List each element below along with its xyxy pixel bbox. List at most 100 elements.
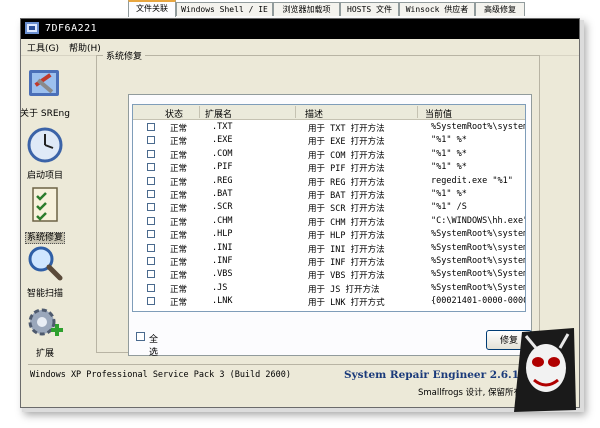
value-cell: {00021401-0000-0000-C000- <box>431 296 525 307</box>
title-bar[interactable]: 7DF6A221 <box>21 19 579 39</box>
value-cell: %SystemRoot%\system32\NOT <box>431 242 525 253</box>
description-cell: 用于 SCR 打开方法 <box>308 204 385 215</box>
tab-winsock-providers[interactable]: Winsock 供应者 <box>399 2 475 16</box>
row-checkbox[interactable] <box>147 230 155 239</box>
row-checkbox[interactable] <box>147 136 155 145</box>
value-cell: %SystemRoot%\System32\WSc <box>431 269 525 280</box>
status-cell: 正常 <box>170 217 188 228</box>
sidebar-item-extensions[interactable]: 扩展 <box>8 304 82 364</box>
table-row[interactable]: 正常 .VBS 用于 VBS 打开方法 %SystemRoot%\System32\W… <box>133 268 525 281</box>
table-row[interactable]: 正常 .PIF 用于 PIF 打开方法 "%1" %* <box>133 161 525 174</box>
tab-advanced-repair[interactable]: 高级修复 <box>475 2 525 16</box>
table-row[interactable]: 正常 .SCR 用于 SCR 打开方法 "%1" /S <box>133 201 525 214</box>
checkbox-icon <box>136 332 145 341</box>
status-cell: 正常 <box>170 150 188 161</box>
status-cell: 正常 <box>170 231 188 242</box>
extension-cell: .TXT <box>212 122 233 132</box>
file-association-list[interactable]: 状态 扩展名 描述 当前值 正常 .TXT 用于 TXT 打开方法 %SystemRo… <box>132 104 526 312</box>
extension-cell: .BAT <box>212 189 233 199</box>
table-row[interactable]: 正常 .EXE 用于 EXE 打开方法 "%1" %* <box>133 134 525 147</box>
status-cell: 正常 <box>170 244 188 255</box>
value-cell: "%1" %* <box>431 162 467 173</box>
sidebar-label: 关于 SREng <box>20 109 70 119</box>
column-header-status[interactable]: 状态 <box>165 107 183 120</box>
extension-cell: .REG <box>212 175 233 186</box>
description-cell: 用于 INF 打开方法 <box>308 258 385 268</box>
extension-cell: .VBS <box>212 269 233 280</box>
row-checkbox[interactable] <box>147 270 155 279</box>
sidebar-item-system-repair[interactable]: 系统修复 <box>8 186 82 246</box>
status-cell: 正常 <box>170 177 188 188</box>
column-header-description[interactable]: 描述 <box>305 107 323 120</box>
window-title: 7DF6A221 <box>45 23 98 34</box>
status-cell: 正常 <box>170 124 188 134</box>
table-row[interactable]: 正常 .INI 用于 INI 打开方法 %SystemRoot%\system32\N… <box>133 242 525 255</box>
row-checkbox[interactable] <box>147 163 155 172</box>
extension-cell: .LNK <box>212 296 233 307</box>
extension-cell: .PIF <box>212 162 233 173</box>
row-checkbox[interactable] <box>147 203 155 212</box>
row-checkbox[interactable] <box>147 123 155 131</box>
tab-browser-addons[interactable]: 浏览器加载项 <box>273 2 340 16</box>
value-cell: "%1" %* <box>431 148 467 159</box>
row-checkbox[interactable] <box>147 190 155 198</box>
table-row[interactable]: 正常 .CHM 用于 CHM 打开方法 "C:\WINDOWS\hh.exe" %1 <box>133 215 525 228</box>
row-checkbox[interactable] <box>147 283 155 292</box>
row-checkbox[interactable] <box>147 297 155 306</box>
sidebar-item-startup[interactable]: 启动项目 <box>8 126 82 186</box>
table-row[interactable]: 正常 .TXT 用于 TXT 打开方法 %SystemRoot%\system32\N… <box>133 121 525 134</box>
status-cell: 正常 <box>170 271 188 282</box>
extension-cell: .COM <box>212 148 233 159</box>
sidebar-label: 系统修复 <box>24 232 65 244</box>
description-cell: 用于 JS 打开方法 <box>308 284 380 295</box>
extension-cell: .JS <box>212 282 228 293</box>
table-row[interactable]: 正常 .COM 用于 COM 打开方法 "%1" %* <box>133 148 525 161</box>
extension-cell: .HLP <box>212 229 233 240</box>
tab-windows-shell-ie[interactable]: Windows Shell / IE <box>176 2 273 16</box>
extension-cell: .CHM <box>212 215 233 226</box>
column-header-current-value[interactable]: 当前值 <box>425 107 452 120</box>
row-checkbox[interactable] <box>147 176 155 185</box>
checklist-icon <box>32 187 58 222</box>
value-cell: %SystemRoot%\system32\win <box>431 229 525 240</box>
description-cell: 用于 BAT 打开方法 <box>308 191 385 201</box>
status-cell: 正常 <box>170 258 188 268</box>
menu-help[interactable]: 帮助(H) <box>69 41 101 54</box>
description-cell: 用于 VBS 打开方法 <box>308 271 385 282</box>
value-cell: %SystemRoot%\system32\NOT <box>431 256 525 266</box>
description-cell: 用于 EXE 打开方法 <box>308 137 385 148</box>
row-checkbox[interactable] <box>147 257 155 265</box>
table-row[interactable]: 正常 .JS 用于 JS 打开方法 %SystemRoot%\System32\WSc <box>133 282 525 295</box>
sidebar-label: 扩展 <box>35 349 54 359</box>
tab-file-association[interactable]: 文件关联 <box>128 0 176 17</box>
group-title: 系统修复 <box>103 49 146 62</box>
description-cell: 用于 COM 打开方法 <box>308 150 385 161</box>
gear-plus-icon <box>28 308 63 336</box>
table-row[interactable]: 正常 .BAT 用于 BAT 打开方法 "%1" %* <box>133 188 525 201</box>
skull-sticker-image <box>514 328 576 412</box>
table-row[interactable]: 正常 .HLP 用于 HLP 打开方法 %SystemRoot%\system32\w… <box>133 228 525 241</box>
value-cell: "%1" %* <box>431 189 467 199</box>
extension-cell: .INF <box>212 256 233 266</box>
table-row[interactable]: 正常 .LNK 用于 LNK 打开方式 {00021401-0000-0000-C00… <box>133 295 525 308</box>
select-all-label: 全选 <box>149 335 159 358</box>
status-cell: 正常 <box>170 191 188 201</box>
value-cell: "C:\WINDOWS\hh.exe" %1 <box>431 215 526 226</box>
status-cell: 正常 <box>170 137 188 148</box>
table-row[interactable]: 正常 .REG 用于 REG 打开方法 regedit.exe "%1" <box>133 175 525 188</box>
sidebar-item-smart-scan[interactable]: 智能扫描 <box>8 244 82 304</box>
description-cell: 用于 HLP 打开方法 <box>308 231 385 242</box>
value-cell: regedit.exe "%1" <box>431 175 513 186</box>
sidebar-item-about[interactable]: 关于 SREng <box>8 64 82 124</box>
value-cell: "%1" %* <box>431 135 467 146</box>
row-checkbox[interactable] <box>147 149 155 158</box>
description-cell: 用于 LNK 打开方式 <box>308 298 385 309</box>
tab-hosts-file[interactable]: HOSTS 文件 <box>340 2 399 16</box>
table-row[interactable]: 正常 .INF 用于 INF 打开方法 %SystemRoot%\system32\N… <box>133 255 525 268</box>
menu-tools[interactable]: 工具(G) <box>27 41 59 54</box>
column-header-extension[interactable]: 扩展名 <box>205 107 232 120</box>
app-icon <box>25 22 39 34</box>
description-cell: 用于 CHM 打开方法 <box>308 217 385 228</box>
row-checkbox[interactable] <box>147 243 155 252</box>
row-checkbox[interactable] <box>147 216 155 225</box>
